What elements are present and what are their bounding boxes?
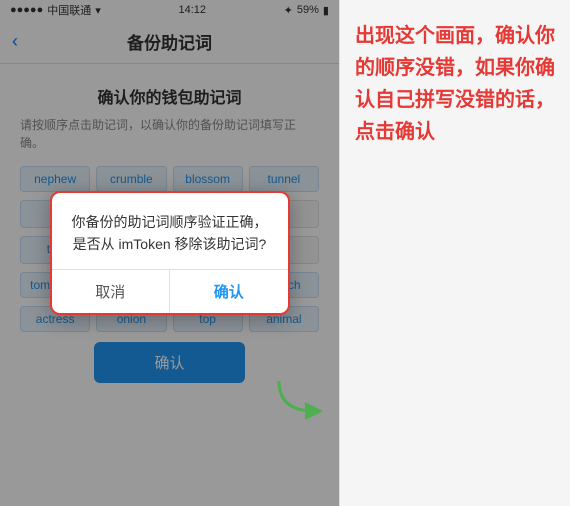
dialog-overlay: 你备份的助记词顺序验证正确，是否从 imToken 移除该助记词? 取消 确认 <box>0 0 339 506</box>
annotation-panel: 出现这个画面，确认你的顺序没错，如果你确认自己拼写没错的话，点击确认 <box>340 0 570 506</box>
arrow-container <box>269 371 329 426</box>
dialog-body: 你备份的助记词顺序验证正确，是否从 imToken 移除该助记词? <box>52 193 288 270</box>
dialog-ok-button[interactable]: 确认 <box>170 270 288 313</box>
arrow-icon <box>269 371 329 421</box>
annotation-text: 出现这个画面，确认你的顺序没错，如果你确认自己拼写没错的话，点击确认 <box>355 20 555 148</box>
dialog: 你备份的助记词顺序验证正确，是否从 imToken 移除该助记词? 取消 确认 <box>50 191 290 316</box>
dialog-message: 你备份的助记词顺序验证正确，是否从 imToken 移除该助记词? <box>72 214 268 252</box>
dialog-actions: 取消 确认 <box>52 269 288 313</box>
phone-container: ●●●●● 中国联通 ▾ 14:12 ✦ 59% ▮ ‹ 备份助记词 确认你的钱… <box>0 0 340 506</box>
dialog-cancel-button[interactable]: 取消 <box>52 270 171 313</box>
